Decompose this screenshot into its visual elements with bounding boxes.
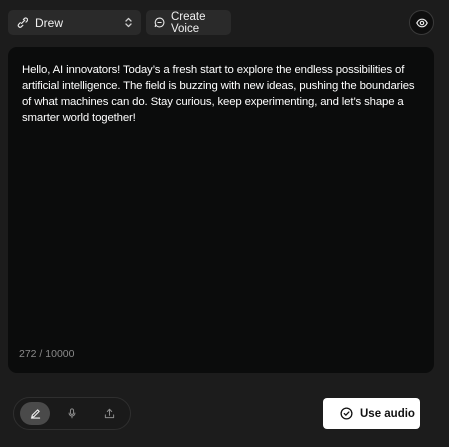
write-mode-button[interactable] (20, 402, 50, 425)
voice-select-value: Drew (35, 15, 64, 30)
pencil-icon (30, 408, 41, 419)
voice-select[interactable]: Drew (8, 10, 141, 35)
microphone-icon (67, 408, 77, 419)
character-count: 272 / 10000 (19, 348, 75, 360)
text-to-speech-screen: Drew Create Voice Hello, AI innovators! … (0, 0, 449, 447)
editor-text[interactable]: Hello, AI innovators! Today’s a fresh st… (22, 62, 416, 126)
check-circle-icon (340, 407, 353, 420)
upload-icon (104, 408, 115, 419)
create-voice-label: Create Voice (171, 10, 206, 35)
create-voice-button[interactable]: Create Voice (146, 10, 231, 35)
use-audio-label: Use audio (360, 407, 415, 420)
record-mode-button[interactable] (57, 402, 87, 425)
upload-mode-button[interactable] (94, 402, 124, 425)
chevron-updown-icon (124, 17, 133, 28)
text-editor[interactable]: Hello, AI innovators! Today’s a fresh st… (8, 47, 434, 373)
input-mode-toggle (13, 397, 131, 430)
use-audio-button[interactable]: Use audio (323, 398, 420, 429)
eye-icon (415, 17, 428, 29)
voice-link-icon (17, 17, 28, 28)
preview-toggle-button[interactable] (409, 10, 434, 35)
chat-bubble-icon (154, 17, 165, 28)
